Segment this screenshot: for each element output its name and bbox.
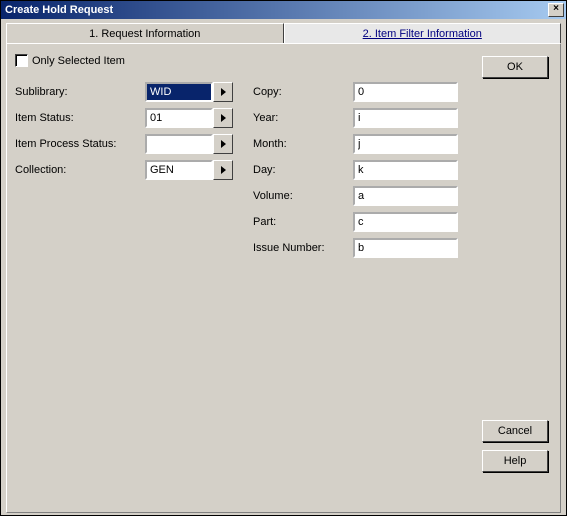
- tab-bar: 1. Request Information 2. Item Filter In…: [6, 23, 561, 43]
- cancel-button[interactable]: Cancel: [482, 420, 548, 442]
- year-input[interactable]: [353, 108, 458, 128]
- collection-label: Collection:: [15, 164, 66, 176]
- close-icon[interactable]: ×: [548, 3, 564, 17]
- tab-label: 2. Item Filter Information: [363, 28, 482, 40]
- volume-input[interactable]: [353, 186, 458, 206]
- help-button-label: Help: [504, 455, 527, 467]
- part-input[interactable]: [353, 212, 458, 232]
- year-label: Year:: [253, 112, 278, 124]
- item-status-input[interactable]: [145, 108, 213, 128]
- bottom-button-stack: Cancel Help: [482, 420, 548, 472]
- month-label: Month:: [253, 138, 287, 150]
- item-process-status-picker-button[interactable]: [213, 134, 233, 154]
- create-hold-request-window: Create Hold Request × 1. Request Informa…: [0, 0, 567, 516]
- sublibrary-picker-button[interactable]: [213, 82, 233, 102]
- only-selected-item-label: Only Selected Item: [32, 55, 125, 67]
- tab-request-information[interactable]: 1. Request Information: [6, 23, 284, 43]
- month-input[interactable]: [353, 134, 458, 154]
- sublibrary-label: Sublibrary:: [15, 86, 68, 98]
- ok-button[interactable]: OK: [482, 56, 548, 78]
- only-selected-item-row: Only Selected Item: [15, 54, 552, 67]
- copy-input[interactable]: [353, 82, 458, 102]
- top-button-stack: OK: [482, 56, 548, 78]
- form-panel: Only Selected Item Sublibrary: Item Stat…: [6, 43, 561, 513]
- cancel-button-label: Cancel: [498, 425, 532, 437]
- tab-item-filter-information[interactable]: 2. Item Filter Information: [284, 23, 562, 43]
- item-status-label: Item Status:: [15, 112, 74, 124]
- collection-picker-button[interactable]: [213, 160, 233, 180]
- item-process-status-label: Item Process Status:: [15, 138, 116, 150]
- help-button[interactable]: Help: [482, 450, 548, 472]
- issue-number-input[interactable]: [353, 238, 458, 258]
- collection-input[interactable]: [145, 160, 213, 180]
- item-process-status-input[interactable]: [145, 134, 213, 154]
- form-area: Sublibrary: Item Status: Item Process St…: [15, 79, 552, 261]
- day-input[interactable]: [353, 160, 458, 180]
- part-label: Part:: [253, 216, 276, 228]
- item-status-picker-button[interactable]: [213, 108, 233, 128]
- only-selected-item-checkbox[interactable]: [15, 54, 28, 67]
- day-label: Day:: [253, 164, 276, 176]
- issue-number-label: Issue Number:: [253, 242, 325, 254]
- tab-label: 1. Request Information: [89, 28, 200, 40]
- volume-label: Volume:: [253, 190, 293, 202]
- window-title: Create Hold Request: [3, 4, 113, 16]
- titlebar: Create Hold Request ×: [1, 1, 566, 19]
- ok-button-label: OK: [507, 61, 523, 73]
- sublibrary-input[interactable]: [145, 82, 213, 102]
- copy-label: Copy:: [253, 86, 282, 98]
